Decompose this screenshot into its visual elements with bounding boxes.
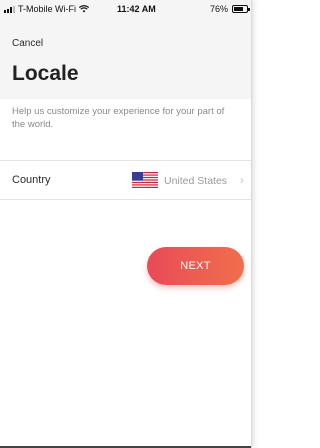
- wifi-icon: [79, 5, 89, 13]
- battery-group: 76%: [209, 4, 250, 14]
- battery-icon: [232, 5, 250, 13]
- page-description: Help us customize your experience for yo…: [12, 106, 225, 130]
- us-flag-icon: [132, 172, 158, 188]
- app-screen: T-Mobile Wi-Fi 11:42 AM 76% Cancel Local…: [0, 0, 252, 448]
- next-button[interactable]: NEXT: [147, 247, 244, 285]
- cancel-button[interactable]: Cancel: [12, 38, 43, 49]
- country-label: Country: [12, 174, 51, 186]
- carrier-group: T-Mobile Wi-Fi: [4, 4, 89, 14]
- status-time: 11:42 AM: [117, 4, 156, 14]
- page-title: Locale: [12, 62, 79, 85]
- chevron-right-icon: ›: [240, 173, 244, 187]
- status-bar: T-Mobile Wi-Fi 11:42 AM 76%: [0, 0, 251, 20]
- carrier-name: T-Mobile Wi-Fi: [18, 4, 76, 14]
- divider: [0, 199, 251, 200]
- signal-strength-icon: [4, 5, 15, 13]
- country-value: United States: [164, 175, 228, 187]
- battery-percent: 76%: [209, 4, 228, 14]
- country-selector-row[interactable]: Country United States ›: [0, 161, 251, 199]
